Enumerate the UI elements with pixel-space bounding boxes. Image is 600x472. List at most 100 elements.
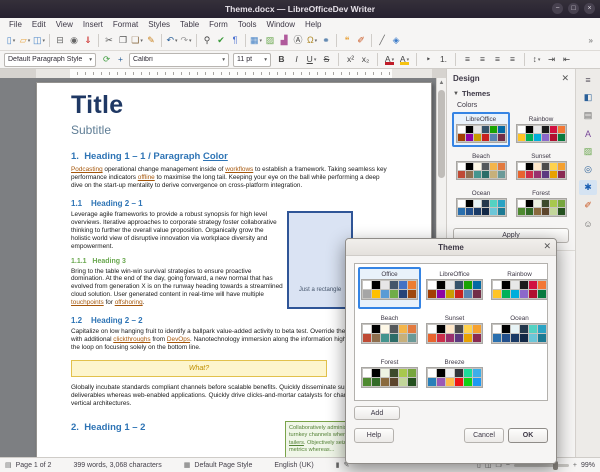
design-icon[interactable]: ✱ [579,180,597,195]
formatting-marks-button[interactable]: ¶ [228,33,242,48]
selection-mode-icon[interactable]: ▮ [336,461,340,469]
track-changes-icon[interactable]: ✐ [579,198,597,213]
new-document-button[interactable]: ▯ ▾ [4,33,18,48]
justify-button[interactable]: ≡ [506,53,519,66]
maximize-button[interactable]: □ [568,3,579,14]
styles-icon[interactable]: A [579,126,597,141]
hyperlink[interactable]: offline [138,174,155,181]
horizontal-ruler[interactable] [0,69,446,78]
chevron-down-icon[interactable]: ▾ [28,38,31,44]
menu-tools[interactable]: Tools [233,20,262,29]
redo-button[interactable]: ↷ ▾ [179,33,193,48]
page-style-indicator[interactable]: Default Page Style [194,462,252,469]
find-replace-button[interactable]: ⚲ [200,33,214,48]
menu-format[interactable]: Format [108,20,143,29]
close-button[interactable]: × [584,3,595,14]
update-style-button[interactable]: ⟳ [100,53,113,66]
cancel-button[interactable]: Cancel [464,428,504,443]
theme-swatch-libreoffice[interactable]: LibreOffice [452,112,510,147]
word-count[interactable]: 399 words, 3,068 characters [73,462,161,469]
theme-swatch-rainbow[interactable]: Rainbow [512,112,570,147]
minimize-button[interactable]: − [552,3,563,14]
add-button[interactable]: Add [354,406,400,420]
track-changes-button[interactable]: ✐ [354,33,368,48]
titlebar[interactable]: Theme.docx — LibreOfficeDev Writer − □ × [0,0,600,18]
theme-swatch-ocean[interactable]: Ocean [488,311,547,353]
theme-swatch-breeze[interactable]: Breeze [423,355,486,397]
menu-edit[interactable]: Edit [27,20,51,29]
save-button[interactable]: ◫ ▾ [32,33,46,48]
toolbar-overflow-icon[interactable]: » [589,36,596,45]
numbered-list-button[interactable]: 1. [437,53,450,66]
ok-button[interactable]: OK [508,428,548,443]
undo-button[interactable]: ↶ ▾ [165,33,179,48]
theme-swatch-rainbow[interactable]: Rainbow [488,267,547,309]
menu-table[interactable]: Table [175,20,204,29]
hyperlink[interactable]: workflows [225,166,253,173]
hyperlink[interactable]: offshoring [115,299,143,306]
superscript-button[interactable]: x² [344,53,357,66]
chevron-down-icon[interactable]: ▾ [43,38,46,44]
subscript-button[interactable]: x₂ [359,53,372,66]
insert-hyperlink-button[interactable]: ⚭ [319,33,333,48]
theme-swatch-forest[interactable]: Forest [512,186,570,221]
align-right-button[interactable]: ≡ [491,53,504,66]
help-button[interactable]: Help [354,428,394,443]
chevron-down-icon[interactable]: ▾ [89,57,92,63]
italic-button[interactable]: I [290,53,303,66]
menu-styles[interactable]: Styles [143,20,175,29]
spelling-button[interactable]: ✔ [214,33,228,48]
increase-indent-button[interactable]: ⇥ [545,53,558,66]
chevron-down-icon[interactable]: ▾ [264,57,267,63]
chevron-down-icon[interactable]: ▾ [189,38,192,44]
accessibility-icon[interactable]: ☺ [579,216,597,231]
insert-line-button[interactable]: ╱ [375,33,389,48]
chevron-down-icon[interactable]: ▾ [175,38,178,44]
hyperlink[interactable]: Podcasting [71,166,103,173]
chevron-down-icon[interactable]: ▾ [222,57,225,63]
menu-help[interactable]: Help [300,20,326,29]
hyperlink[interactable]: clickthroughs [113,336,150,343]
chevron-down-icon[interactable]: ▾ [538,57,541,63]
open-file-button[interactable]: ▱ ▾ [18,33,32,48]
bullet-list-button[interactable]: ‣ [422,53,435,66]
hyperlink[interactable]: DevOps [167,336,190,343]
new-style-button[interactable]: + [114,53,127,66]
chevron-down-icon[interactable]: ▾ [13,38,16,44]
strikethrough-button[interactable]: S [320,53,333,66]
sidebar-close-icon[interactable]: ✕ [561,73,569,84]
underline-button[interactable]: U ▾ [305,53,318,66]
insert-textbox-button[interactable]: Ⓐ [291,33,305,48]
align-left-button[interactable]: ≡ [461,53,474,66]
theme-swatch-sunset[interactable]: Sunset [423,311,486,353]
theme-swatch-office[interactable]: Office [358,267,421,309]
basic-shapes-button[interactable]: ◈ [389,33,403,48]
insert-table-button[interactable]: ▦ ▾ [249,33,263,48]
chevron-down-icon[interactable]: ▾ [260,38,263,44]
menu-view[interactable]: View [51,20,78,29]
menu-form[interactable]: Form [204,20,233,29]
theme-swatch-beach[interactable]: Beach [452,149,510,184]
paste-button[interactable]: ❏ ▾ [130,33,144,48]
menu-insert[interactable]: Insert [78,20,108,29]
cut-button[interactable]: ✂ [102,33,116,48]
insert-comment-button[interactable]: ❝ [340,33,354,48]
export-pdf-button[interactable]: ⇓ [81,33,95,48]
page-icon[interactable]: ▤ [579,108,597,123]
hyperlink[interactable]: touchpoints [71,299,104,306]
font-color-button[interactable]: A ▾ [383,53,396,66]
line-spacing-button[interactable]: ↕ ▾ [530,53,543,66]
gallery-icon[interactable]: ▨ [579,144,597,159]
special-character-button[interactable]: Ω ▾ [305,33,319,48]
page-indicator[interactable]: Page 1 of 2 [16,462,52,469]
insert-image-button[interactable]: ▨ [263,33,277,48]
sidebar-settings-icon[interactable]: ≡ [579,72,597,87]
bold-button[interactable]: B [275,53,288,66]
zoom-level[interactable]: 99% [581,462,595,469]
navigator-icon[interactable]: ◎ [579,162,597,177]
font-name-combo[interactable]: Calibri ▾ [129,52,229,67]
decrease-indent-button[interactable]: ⇤ [560,53,573,66]
align-center-button[interactable]: ≡ [476,53,489,66]
highlight-color-button[interactable]: A ▾ [398,53,411,66]
chevron-down-icon[interactable]: ▾ [314,57,317,63]
